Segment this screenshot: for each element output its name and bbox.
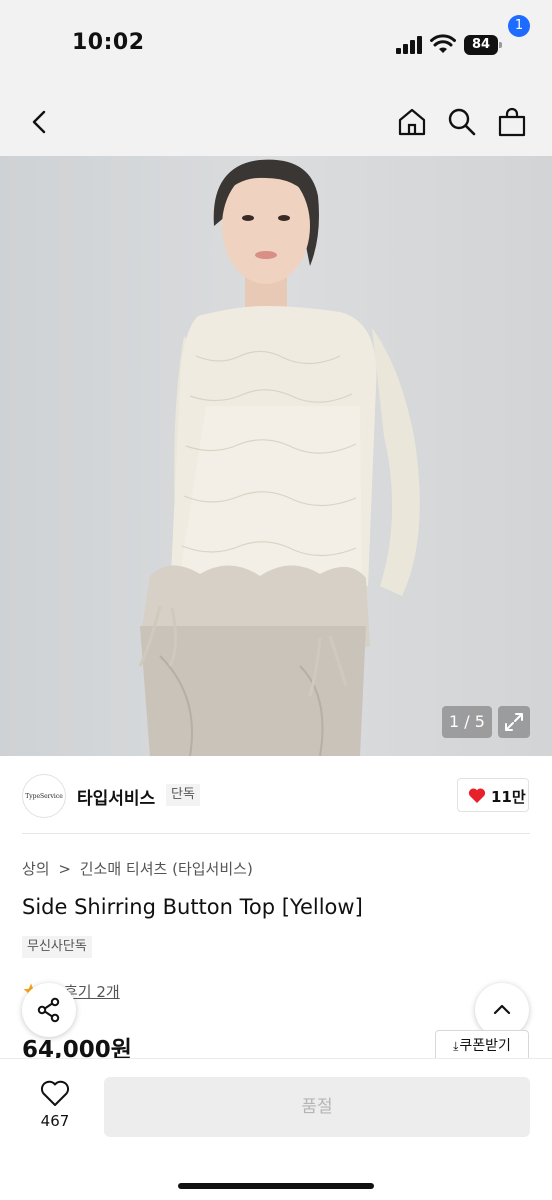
heart-filled-icon bbox=[468, 788, 486, 803]
product-photo bbox=[138, 159, 420, 756]
scroll-to-top-button[interactable] bbox=[475, 983, 529, 1037]
cart-icon[interactable] bbox=[496, 106, 528, 138]
breadcrumb: 상의 > 긴소매 티셔츠 (타입서비스) bbox=[22, 858, 257, 879]
product-image-carousel[interactable] bbox=[0, 156, 552, 756]
cart-count-badge: 1 bbox=[508, 15, 530, 37]
status-bar: 10:02 84 bbox=[0, 0, 552, 88]
divider bbox=[22, 833, 530, 834]
breadcrumb-item-category[interactable]: 상의 bbox=[22, 860, 50, 878]
cellular-signal-icon bbox=[396, 36, 422, 54]
home-icon[interactable] bbox=[396, 106, 428, 138]
wish-count: 467 bbox=[40, 1112, 70, 1130]
share-icon bbox=[37, 997, 60, 1023]
breadcrumb-separator: > bbox=[58, 860, 71, 878]
download-arrow-icon: ⤓ bbox=[453, 1039, 459, 1053]
brand-name[interactable]: 타입서비스 bbox=[77, 784, 155, 809]
expand-icon bbox=[505, 713, 523, 731]
status-time: 10:02 bbox=[72, 30, 145, 55]
battery-cap bbox=[499, 42, 502, 48]
battery-indicator: 84 bbox=[464, 35, 502, 55]
brand-logo[interactable]: TypeService bbox=[22, 774, 66, 818]
exclusive-tag: 무신사단독 bbox=[22, 936, 92, 958]
battery-level: 84 bbox=[464, 35, 498, 55]
search-icon[interactable] bbox=[446, 106, 478, 138]
chevron-up-icon bbox=[493, 1004, 511, 1015]
nav-bar bbox=[0, 88, 552, 156]
product-title: Side Shirring Button Top [Yellow] bbox=[22, 895, 363, 919]
breadcrumb-item-subcategory[interactable]: 긴소매 티셔츠 (타입서비스) bbox=[80, 860, 253, 878]
brand-like-count: 11만 bbox=[491, 788, 526, 806]
sold-out-button[interactable]: 품절 bbox=[104, 1077, 530, 1137]
coupon-button-label: 쿠폰받기 bbox=[459, 1038, 511, 1054]
image-counter: 1 / 5 bbox=[442, 706, 492, 738]
brand-exclusive-tag: 단독 bbox=[166, 784, 200, 806]
expand-image-button[interactable] bbox=[498, 706, 530, 738]
brand-row: TypeService 타입서비스 단독 11만 bbox=[0, 768, 552, 824]
bottom-action-bar: 467 품절 bbox=[0, 1058, 552, 1200]
wifi-icon bbox=[430, 34, 456, 53]
heart-outline-icon[interactable] bbox=[40, 1079, 70, 1107]
share-button[interactable] bbox=[22, 983, 76, 1037]
brand-like-button[interactable]: 11만 bbox=[457, 778, 529, 812]
home-indicator bbox=[178, 1183, 374, 1189]
back-arrow-icon[interactable] bbox=[26, 106, 54, 138]
